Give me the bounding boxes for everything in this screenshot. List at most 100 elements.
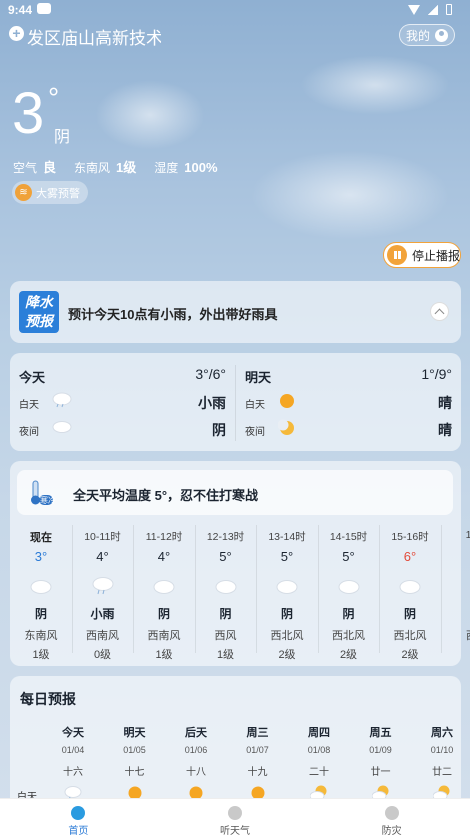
lunar-date: 廿二 [432, 767, 452, 778]
daily-item[interactable]: 今天 01/04 十六 [44, 724, 102, 801]
humidity-value: 100% [184, 160, 218, 175]
fog-warning-chip[interactable]: ≋ 大雾预警 [12, 181, 88, 204]
mine-button[interactable]: 我的 [399, 24, 455, 46]
status-time: 9:44 [8, 3, 33, 17]
nav-home[interactable]: 首页 [0, 799, 157, 836]
night-condition: 阴 [212, 422, 226, 438]
stop-label: 停止播报 [412, 248, 461, 263]
lunar-date: 十八 [186, 767, 206, 778]
lunar-date: 十九 [247, 767, 268, 778]
status-bar: 9:44 [0, 0, 470, 20]
fog-icon: ≋ [15, 184, 32, 201]
daily-item[interactable]: 后天 01/06 十八 [167, 724, 225, 801]
weather-app-icon [37, 3, 51, 14]
shield-icon [384, 806, 399, 820]
hourly-item[interactable]: 16 西 [441, 529, 470, 654]
location-title[interactable]: 发区庙山高新技术产 [27, 24, 161, 49]
hour-temp: 6° [403, 549, 417, 564]
hourly-item[interactable]: 12-13时 5° 阴西风 1级 [195, 529, 257, 661]
day-date: 01/07 [246, 745, 269, 755]
day-name: 周六 [431, 727, 453, 739]
hourly-item[interactable]: 11-12时 4° 阴西南风 1级 [133, 529, 195, 661]
nav-listen[interactable]: 听天气 [157, 799, 314, 836]
night-condition: 晴 [438, 422, 452, 438]
night-label: 夜间 [245, 427, 265, 438]
daily-item[interactable]: 周三 01/07 十九 [229, 724, 287, 801]
temperature-tip-banner: 寒冷 全天平均温度 5°，忍不住打寒战 [17, 470, 453, 515]
day-name: 周三 [246, 727, 269, 739]
current-temperature: 3 [12, 81, 45, 146]
divider [379, 525, 380, 653]
hour-time: 12-13时 [206, 531, 245, 543]
hour-condition: 小雨 [90, 607, 115, 621]
hourly-item[interactable]: 13-14时 5° 阴西北风 2级 [256, 529, 318, 661]
daily-title: 每日预报 [20, 691, 76, 707]
rain-icon [52, 392, 72, 413]
hour-time: 10-11时 [84, 531, 121, 543]
daily-item[interactable]: 周四 01/08 二十 [290, 724, 348, 801]
day-date: 01/05 [123, 745, 146, 755]
hour-wind-level: 1级 [155, 649, 173, 661]
current-condition: 阴 [54, 129, 71, 146]
hourly-item[interactable]: 10-11时 4° 小雨 西南风 0级 [72, 529, 134, 661]
add-city-button[interactable]: + [9, 26, 24, 41]
background-cloud [95, 80, 205, 150]
daily-item[interactable]: 周六 01/10 廿二 [413, 724, 470, 801]
weather-icon [441, 573, 470, 599]
hourly-item[interactable]: 14-15时 5° 阴西北风 2级 [318, 529, 380, 661]
lunar-date: 十七 [124, 767, 145, 778]
hour-wind: 西北风 [270, 630, 304, 642]
hour-time: 11-12时 [145, 531, 183, 543]
nav-disaster[interactable]: 防灾 [313, 799, 470, 836]
daily-item[interactable]: 明天 01/05 十七 [106, 724, 164, 801]
hourly-forecast-card[interactable]: 寒冷 全天平均温度 5°，忍不住打寒战 现在 3° 阴东南风 1级 10-11时 4° 小雨… [10, 461, 470, 666]
today-summary[interactable]: 今天 3°/6° 白天 小雨 夜间 阴 [10, 353, 235, 451]
background-cloud [300, 55, 450, 115]
tomorrow-summary[interactable]: 明天 1°/9° 白天 晴 夜间 晴 [236, 353, 461, 451]
lunar-date: 十六 [63, 767, 83, 778]
divider [256, 525, 257, 653]
nav-label: 首页 [68, 826, 89, 836]
battery-icon [446, 4, 452, 15]
day-condition: 晴 [438, 395, 452, 411]
day-date: 01/04 [61, 745, 85, 755]
current-meta: 空气 良 东南风 1级 湿度 100% [13, 157, 230, 176]
hour-time: 现在 [30, 532, 52, 544]
pause-icon [387, 245, 407, 265]
hour-condition: 阴 [403, 607, 416, 621]
cloud-icon [195, 573, 257, 599]
hour-wind: 西南风 [147, 630, 181, 642]
signal-icon [428, 4, 438, 15]
day-range: 1°/9° [421, 366, 452, 382]
chevron-up-icon[interactable] [430, 302, 449, 321]
hour-time: 13-14时 [268, 531, 306, 543]
home-icon [71, 806, 86, 820]
night-label: 夜间 [19, 427, 39, 438]
humidity-label: 湿度 [154, 161, 179, 175]
hour-wind: 西北风 [393, 630, 427, 642]
stop-broadcast-button[interactable]: 停止播报 [383, 242, 461, 268]
nav-label: 听天气 [220, 826, 250, 836]
day-date: 01/09 [369, 745, 392, 755]
badge-line: 预报 [25, 313, 53, 329]
hourly-item[interactable]: 现在 3° 阴东南风 1级 [10, 529, 72, 661]
day-name: 周五 [369, 727, 392, 739]
cloud-icon [318, 573, 380, 599]
divider [133, 525, 134, 653]
daily-item[interactable]: 周五 01/09 廿一 [352, 724, 410, 801]
day-date: 01/06 [184, 745, 208, 755]
day-label: 白天 [245, 400, 265, 411]
precipitation-card[interactable]: 降水 预报 预计今天10点有小雨，外出带好雨具 [10, 281, 461, 343]
day-name: 今天 [19, 370, 46, 385]
hour-temp: 4° [157, 549, 171, 564]
day-name: 后天 [185, 727, 207, 739]
hour-time: 15-16时 [391, 531, 429, 543]
two-day-card[interactable]: 今天 3°/6° 白天 小雨 夜间 阴 明天 1°/9° 白天 晴 夜间 晴 [10, 353, 461, 451]
hour-time: 16 [465, 529, 470, 541]
day-date: 01/10 [430, 745, 454, 755]
hourly-item[interactable]: 15-16时 6° 阴西北风 2级 [379, 529, 441, 661]
divider [194, 525, 196, 653]
hour-wind-level: 0级 [93, 649, 112, 661]
hour-wind-level: 2级 [278, 649, 296, 661]
hour-condition: 阴 [157, 607, 170, 621]
